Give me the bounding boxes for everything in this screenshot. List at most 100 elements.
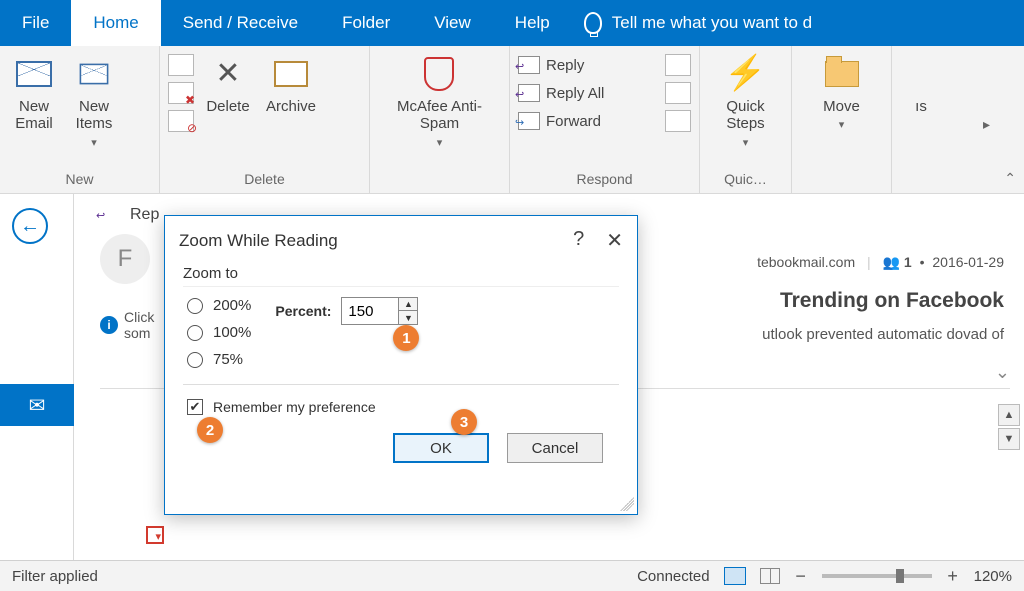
overflow-label: ıs <box>915 98 927 115</box>
view-normal-button[interactable] <box>724 567 746 585</box>
message-meta: tebookmail.com | 👥 1 • 2016-01-29 <box>757 254 1004 271</box>
quick-steps-label: Quick Steps <box>726 98 764 133</box>
group-quick-label: Quic… <box>708 167 783 193</box>
info-icon: i <box>100 316 118 334</box>
zoom-slider-thumb[interactable] <box>896 569 904 583</box>
collapse-ribbon-button[interactable]: ⌃ <box>1004 170 1016 187</box>
envelope-stack-icon <box>80 64 109 85</box>
reply-all-label: Reply All <box>546 85 604 102</box>
reply-action-label: Rep <box>130 206 159 224</box>
tab-help[interactable]: Help <box>493 0 572 46</box>
info-bar[interactable]: i Click som <box>100 309 154 341</box>
zoom-to-label: Zoom to <box>183 265 619 282</box>
dialog-close-button[interactable]: ✕ <box>606 228 623 253</box>
scroll-down-button[interactable]: ▼ <box>998 428 1020 450</box>
view-reading-button[interactable] <box>760 568 780 584</box>
x-icon: ✕ <box>215 57 240 92</box>
expand-header-button[interactable]: ⌄ <box>995 362 1010 383</box>
reply-icon: ↩ <box>518 56 540 74</box>
zoom-200-radio[interactable]: 200% <box>187 297 251 314</box>
tab-send-receive[interactable]: Send / Receive <box>161 0 320 46</box>
reply-button[interactable]: ↩ Reply <box>518 56 604 74</box>
percent-label: Percent: <box>275 303 331 319</box>
percent-input[interactable] <box>342 298 398 324</box>
overflow-button[interactable]: ıs <box>895 52 947 117</box>
forward-icon: ↪ <box>518 112 540 130</box>
status-bar: Filter applied Connected − + 120% <box>0 560 1024 591</box>
blocked-content-notice: utlook prevented automatic dovad of <box>762 326 1004 343</box>
filter-status: Filter applied <box>12 568 98 585</box>
message-date: 2016-01-29 <box>932 254 1004 270</box>
folder-icon <box>825 61 859 87</box>
reply-label: Reply <box>546 57 584 74</box>
quick-steps-button[interactable]: ⚡ Quick Steps <box>720 52 772 151</box>
menu-bar: File Home Send / Receive Folder View Hel… <box>0 0 1024 46</box>
people-icon: 👥 <box>883 254 900 270</box>
group-delete-label: Delete <box>168 167 361 193</box>
reply-icon: ↩ <box>100 206 124 224</box>
im-button[interactable] <box>665 82 691 104</box>
spin-up-button[interactable]: ▲ <box>399 298 417 311</box>
zoom-slider[interactable] <box>822 574 932 578</box>
delete-button[interactable]: ✕ Delete <box>202 52 254 117</box>
tab-folder[interactable]: Folder <box>320 0 412 46</box>
ribbon: New Email New Items New ✖ ⊘ ✕ Delete Arc… <box>0 46 1024 194</box>
group-move-label <box>800 167 883 193</box>
zoom-level[interactable]: 120% <box>974 568 1012 585</box>
ignore-button[interactable] <box>168 54 194 76</box>
meeting-button[interactable] <box>665 54 691 76</box>
lightbulb-icon <box>584 12 602 34</box>
delete-mini-buttons: ✖ ⊘ <box>168 52 194 132</box>
remember-checkbox[interactable]: ✔ <box>187 399 203 415</box>
tab-view[interactable]: View <box>412 0 493 46</box>
remember-label: Remember my preference <box>213 399 376 415</box>
group-antispam-label <box>378 167 501 193</box>
new-items-button[interactable]: New Items <box>68 52 120 151</box>
callout-1: 1 <box>393 325 419 351</box>
zoom-out-button[interactable]: − <box>794 566 808 587</box>
callout-3: 3 <box>451 409 477 435</box>
tab-home[interactable]: Home <box>71 0 160 46</box>
mcafee-antispam-button[interactable]: McAfee Anti- Spam <box>393 52 486 151</box>
dialog-help-button[interactable]: ? <box>573 228 584 253</box>
info-text-1: Click <box>124 309 154 325</box>
spin-down-button[interactable]: ▼ <box>399 311 417 324</box>
tab-file[interactable]: File <box>0 0 71 46</box>
new-email-button[interactable]: New Email <box>8 52 60 135</box>
zoom-75-radio[interactable]: 75% <box>187 351 251 368</box>
tell-me-search[interactable]: Tell me what you want to d <box>572 12 812 34</box>
percent-spinner[interactable]: ▲ ▼ <box>341 297 418 325</box>
message-subject: Trending on Facebook <box>780 289 1004 313</box>
resize-grip[interactable] <box>620 497 634 511</box>
forward-button[interactable]: ↪ Forward <box>518 112 604 130</box>
antispam-label: McAfee Anti- Spam <box>397 98 482 133</box>
mail-module-button[interactable]: ✉ <box>0 384 74 426</box>
ok-button[interactable]: OK <box>393 433 489 463</box>
move-label: Move <box>823 98 860 115</box>
cleanup-button[interactable]: ✖ <box>168 82 194 104</box>
new-email-label: New Email <box>15 98 53 133</box>
tell-me-label: Tell me what you want to d <box>612 13 812 33</box>
back-button[interactable]: ← <box>12 208 48 244</box>
archive-button[interactable]: Archive <box>262 52 320 117</box>
envelope-icon <box>16 61 52 87</box>
junk-button[interactable]: ⊘ <box>168 110 194 132</box>
forward-label: Forward <box>546 113 601 130</box>
zoom-100-radio[interactable]: 100% <box>187 324 251 341</box>
category-flag-dropdown[interactable] <box>146 526 164 544</box>
zoom-75-label: 75% <box>213 351 243 368</box>
zoom-in-button[interactable]: + <box>946 566 960 587</box>
archive-icon <box>274 61 308 87</box>
archive-label: Archive <box>266 98 316 115</box>
navigation-rail: ← ✉ <box>0 194 74 560</box>
reply-all-button[interactable]: ↩ Reply All <box>518 84 604 102</box>
ribbon-overflow-arrow[interactable]: ▸ <box>983 116 990 133</box>
scroll-up-button[interactable]: ▲ <box>998 404 1020 426</box>
lightning-icon: ⚡ <box>724 54 766 93</box>
shield-icon <box>424 57 454 91</box>
cancel-button[interactable]: Cancel <box>507 433 603 463</box>
more-respond-button[interactable] <box>665 110 691 132</box>
move-button[interactable]: Move <box>816 52 868 134</box>
zoom-100-label: 100% <box>213 324 251 341</box>
new-items-label: New Items <box>76 98 113 133</box>
